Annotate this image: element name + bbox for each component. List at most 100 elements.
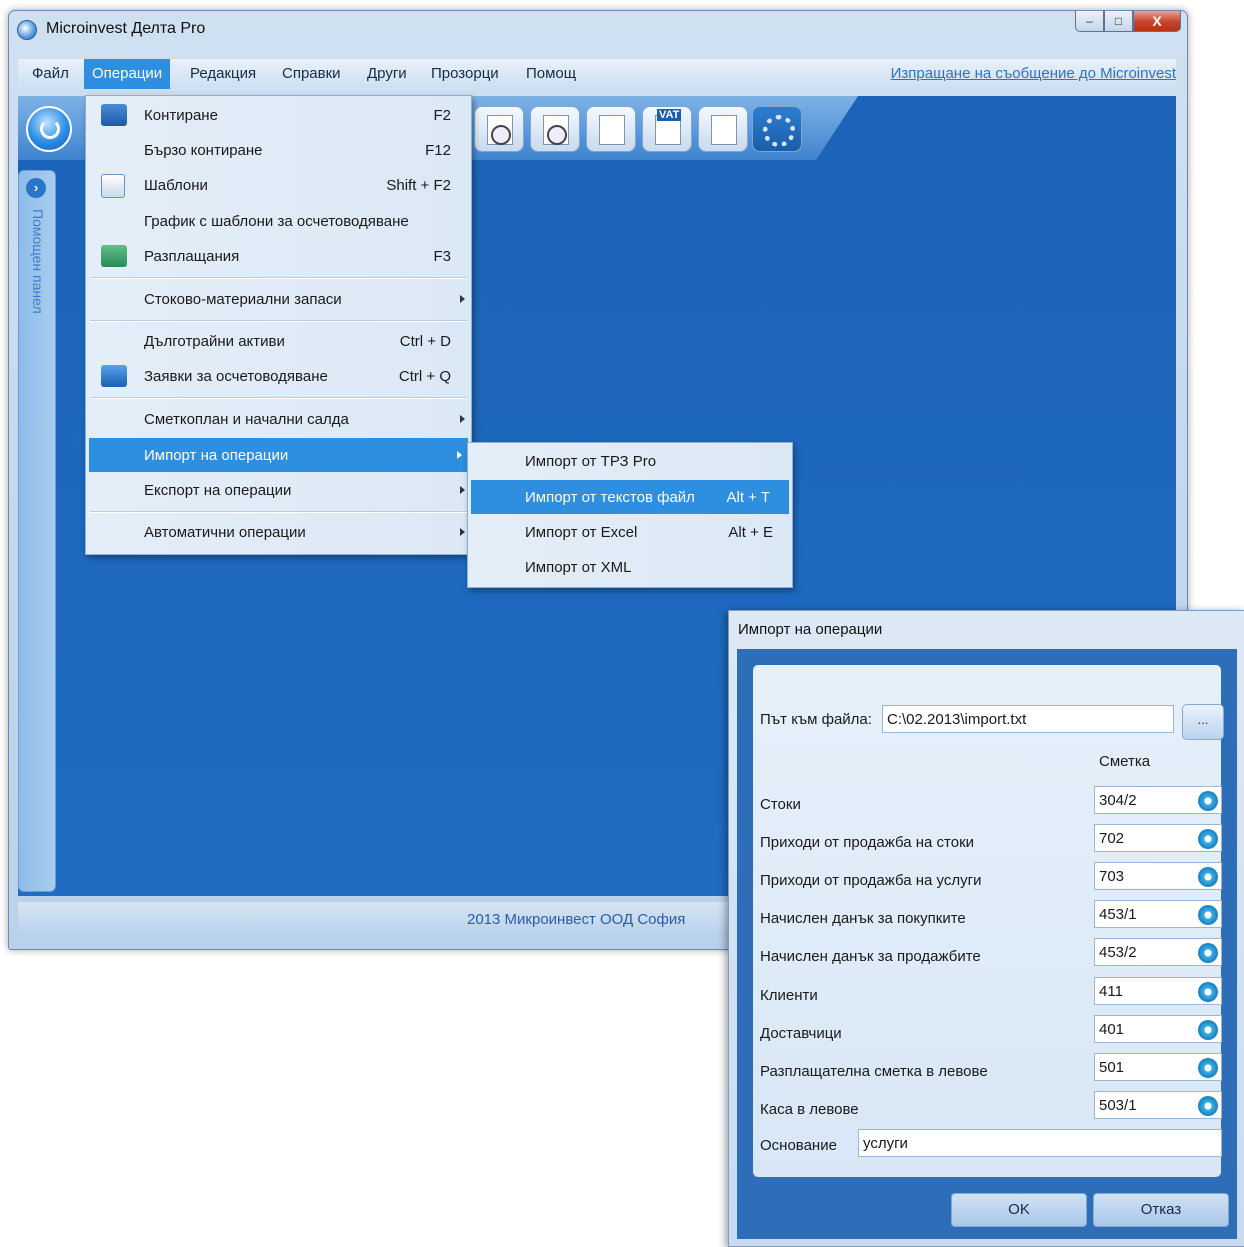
account-value: 304/2 — [1099, 792, 1137, 809]
menu-help[interactable]: Помощ — [526, 65, 576, 82]
menu-file[interactable]: Файл — [32, 65, 69, 82]
menu-separator — [90, 397, 467, 399]
account-field-clients[interactable]: 411 — [1094, 977, 1222, 1005]
calendar-document-icon[interactable] — [698, 106, 748, 152]
submenu-item-import-excel[interactable]: Импорт от Excel Alt + E — [468, 515, 792, 549]
menu-windows[interactable]: Прозорци — [431, 65, 499, 82]
row-label-cash: Каса в левове — [760, 1101, 859, 1118]
menu-item-posting[interactable]: Контиране F2 — [86, 98, 471, 132]
menu-separator — [90, 320, 467, 322]
close-button[interactable]: X — [1133, 11, 1181, 32]
power-icon[interactable] — [26, 106, 72, 152]
menu-item-export-operations[interactable]: Експорт на операции — [86, 473, 471, 507]
dialog-footer: OK Отказ — [737, 1185, 1237, 1239]
vat-document-icon[interactable]: VAT — [642, 106, 692, 152]
account-value: 503/1 — [1099, 1097, 1137, 1114]
account-field-cash[interactable]: 503/1 — [1094, 1091, 1222, 1119]
menu-item-shortcut: Ctrl + D — [399, 333, 451, 350]
basis-label: Основание — [760, 1137, 837, 1154]
person-document-icon[interactable] — [586, 106, 636, 152]
menu-item-automatic-operations[interactable]: Автоматични операции — [86, 515, 471, 549]
document-clock-icon[interactable] — [530, 106, 580, 152]
account-value: 702 — [1099, 830, 1125, 847]
submenu-arrow-icon — [460, 486, 465, 494]
submenu-item-shortcut: Alt + E — [728, 524, 773, 541]
account-field-suppliers[interactable]: 401 — [1094, 1015, 1222, 1043]
menu-separator — [90, 511, 467, 513]
account-field-sales-goods[interactable]: 702 — [1094, 824, 1222, 852]
menu-item-shortcut: Ctrl + Q — [398, 368, 451, 385]
account-field-bank-account[interactable]: 501 — [1094, 1053, 1222, 1081]
requests-icon — [101, 365, 127, 387]
menu-item-templates[interactable]: Шаблони Shift + F2 — [86, 168, 471, 202]
basis-input[interactable]: услуги — [858, 1129, 1222, 1157]
account-value: 703 — [1099, 868, 1125, 885]
account-lookup-icon[interactable] — [1198, 943, 1218, 963]
menu-item-shortcut: Shift + F2 — [386, 177, 451, 194]
menu-item-import-operations[interactable]: Импорт на операции — [89, 438, 468, 472]
file-path-label: Път към файла: — [760, 711, 872, 728]
account-lookup-icon[interactable] — [1198, 1020, 1218, 1040]
file-path-input[interactable]: C:\02.2013\import.txt — [882, 705, 1174, 733]
account-value: 401 — [1099, 1021, 1125, 1038]
account-field-goods[interactable]: 304/2 — [1094, 786, 1222, 814]
row-label-purchase-tax: Начислен данък за покупките — [760, 910, 966, 927]
account-lookup-icon[interactable] — [1198, 982, 1218, 1002]
title-bar: Microinvest Делта Pro – □ X — [9, 11, 1187, 47]
menu-item-inventory[interactable]: Стоково-материални запаси — [86, 282, 471, 316]
payments-icon — [101, 245, 127, 267]
submenu-item-import-text-file[interactable]: Импорт от текстов файл Alt + T — [471, 480, 789, 514]
account-field-sales-tax[interactable]: 453/2 — [1094, 938, 1222, 966]
minimize-button[interactable]: – — [1075, 11, 1104, 32]
app-logo-icon — [17, 20, 37, 40]
cancel-button[interactable]: Отказ — [1093, 1193, 1229, 1227]
maximize-button[interactable]: □ — [1104, 11, 1133, 32]
clock-globe-icon[interactable] — [474, 106, 524, 152]
caption-buttons: – □ X — [1075, 11, 1181, 33]
dialog-panel: Път към файла: C:\02.2013\import.txt Сме… — [753, 665, 1222, 1177]
menu-operations[interactable]: Операции — [84, 59, 171, 89]
menu-other[interactable]: Други — [367, 65, 407, 82]
row-label-bank-account: Разплащателна сметка в левове — [760, 1063, 988, 1080]
account-lookup-icon[interactable] — [1198, 905, 1218, 925]
account-field-sales-services[interactable]: 703 — [1094, 862, 1222, 890]
submenu-arrow-icon — [460, 415, 465, 423]
side-panel-label: Помощен панел — [30, 209, 46, 314]
menu-item-label: Бързо контиране — [144, 142, 263, 159]
settings-gear-icon[interactable] — [752, 106, 802, 152]
account-value: 501 — [1099, 1059, 1125, 1076]
dialog-title: Импорт на операции — [738, 621, 883, 638]
menu-item-fixed-assets[interactable]: Дълготрайни активи Ctrl + D — [86, 324, 471, 358]
menu-reports[interactable]: Справки — [282, 65, 341, 82]
row-label-sales-services: Приходи от продажба на услуги — [760, 872, 982, 889]
dialog-body: Път към файла: C:\02.2013\import.txt Сме… — [737, 649, 1237, 1239]
browse-button[interactable]: ... — [1182, 704, 1224, 740]
menu-item-chart-of-accounts[interactable]: Сметкоплан и начални салда — [86, 402, 471, 436]
expand-arrow-icon[interactable]: › — [26, 178, 46, 198]
menu-item-template-schedule[interactable]: График с шаблони за осчетоводяване — [86, 204, 471, 238]
menu-item-posting-requests[interactable]: Заявки за осчетоводяване Ctrl + Q — [86, 359, 471, 393]
menu-item-payments[interactable]: Разплащания F3 — [86, 239, 471, 273]
posting-icon — [101, 104, 127, 126]
menu-edit[interactable]: Редакция — [190, 65, 256, 82]
help-side-panel[interactable]: › Помощен панел — [18, 170, 56, 892]
account-lookup-icon[interactable] — [1198, 829, 1218, 849]
menu-item-label: Експорт на операции — [144, 482, 292, 499]
templates-icon — [101, 174, 125, 198]
account-field-purchase-tax[interactable]: 453/1 — [1094, 900, 1222, 928]
menu-item-label: Автоматични операции — [144, 524, 306, 541]
submenu-item-import-xml[interactable]: Импорт от XML — [468, 550, 792, 584]
menu-item-quick-posting[interactable]: Бързо контиране F12 — [86, 133, 471, 167]
import-submenu: Импорт от ТРЗ Pro Импорт от текстов файл… — [467, 442, 793, 588]
account-lookup-icon[interactable] — [1198, 791, 1218, 811]
account-lookup-icon[interactable] — [1198, 867, 1218, 887]
submenu-item-label: Импорт от текстов файл — [525, 489, 695, 506]
menu-item-shortcut: F3 — [433, 248, 451, 265]
account-lookup-icon[interactable] — [1198, 1096, 1218, 1116]
submenu-item-import-trz[interactable]: Импорт от ТРЗ Pro — [468, 444, 792, 478]
menu-item-label: Шаблони — [144, 177, 208, 194]
account-lookup-icon[interactable] — [1198, 1058, 1218, 1078]
menu-separator — [90, 277, 467, 279]
ok-button[interactable]: OK — [951, 1193, 1087, 1227]
feedback-link[interactable]: Изпращане на съобщение до Microinvest — [891, 65, 1176, 82]
